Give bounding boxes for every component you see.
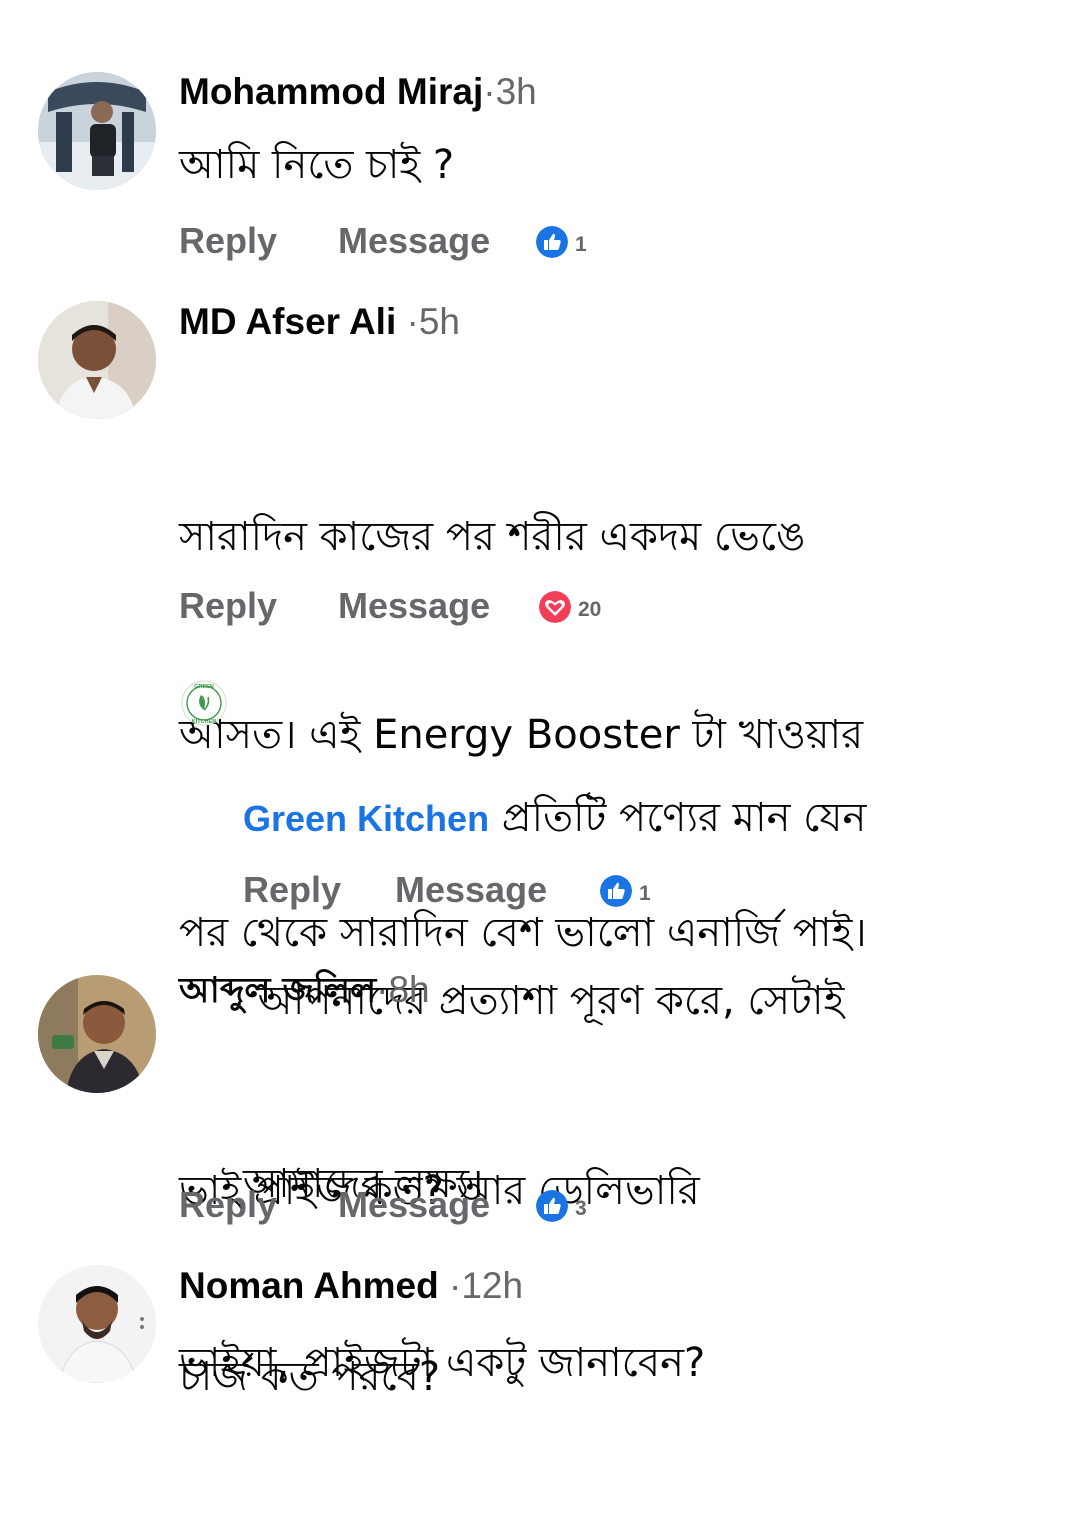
comment-author[interactable]: Noman Ahmed: [179, 1265, 439, 1306]
comment-actions: Reply Message 3: [179, 1183, 679, 1227]
comment-time[interactable]: ·5h: [396, 301, 461, 342]
reply-button[interactable]: Reply: [243, 868, 341, 912]
like-icon: [536, 1190, 568, 1222]
reaction-summary[interactable]: 1: [600, 874, 651, 908]
comment-text: ভাইয়া, প্রাইজটা একটু জানাবেন?: [179, 1340, 706, 1386]
message-button[interactable]: Message: [338, 1183, 490, 1227]
avatar[interactable]: [38, 975, 156, 1093]
avatar[interactable]: [38, 301, 156, 419]
like-icon: [536, 226, 568, 258]
reply-button[interactable]: Reply: [179, 219, 277, 263]
comment-author[interactable]: Mohammod Miraj: [179, 71, 483, 112]
reaction-summary[interactable]: 20: [539, 590, 601, 624]
reaction-count: 1: [639, 882, 651, 905]
like-icon: [600, 875, 632, 907]
reaction-count: 1: [575, 233, 587, 256]
heart-icon: [539, 591, 571, 623]
svg-text:KITCHEN: KITCHEN: [192, 719, 216, 725]
comment-author[interactable]: আব্দুল জলিল: [179, 971, 376, 1011]
green-kitchen-logo[interactable]: GREEN KITCHEN: [181, 680, 227, 726]
message-button[interactable]: Message: [338, 584, 490, 628]
avatar[interactable]: [38, 1265, 156, 1383]
comment-time[interactable]: ·12h: [439, 1265, 523, 1306]
page-reply-author[interactable]: Green Kitchen: [243, 798, 489, 839]
comment-author[interactable]: MD Afser Ali: [179, 301, 396, 342]
comment-time[interactable]: ·3h: [483, 71, 536, 112]
message-button[interactable]: Message: [395, 868, 547, 912]
reply-button[interactable]: Reply: [179, 1183, 277, 1227]
comment-text-line: সারাদিন কাজের পর শরীর একদম ভেঙে: [179, 514, 806, 560]
page-reply-text-line: প্রতিটি পণ্যের মান যেন: [501, 795, 867, 841]
svg-text:GREEN: GREEN: [194, 684, 214, 690]
message-button[interactable]: Message: [338, 219, 490, 263]
reaction-count: 3: [575, 1197, 587, 1220]
avatar[interactable]: [38, 72, 156, 190]
reply-button[interactable]: Reply: [179, 584, 277, 628]
page-reply-actions: Reply Message 1: [243, 868, 743, 912]
comment-time[interactable]: ·8h: [376, 969, 429, 1010]
comment-actions: Reply Message 20: [179, 584, 679, 628]
reaction-summary[interactable]: 1: [536, 225, 587, 259]
reaction-summary[interactable]: 3: [536, 1189, 587, 1223]
comment-text: আমি নিতে চাই ?: [179, 142, 455, 188]
comment-actions: Reply Message 1: [179, 219, 679, 263]
reaction-count: 20: [578, 598, 602, 621]
